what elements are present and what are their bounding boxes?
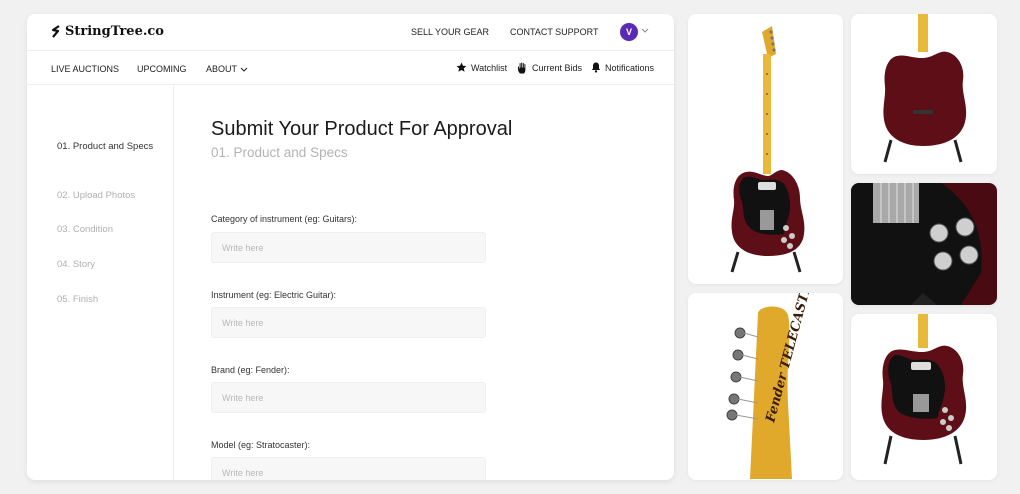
guitar-closeup-image xyxy=(851,183,997,305)
watchlist-link[interactable]: Watchlist xyxy=(456,62,507,73)
category-input[interactable] xyxy=(211,232,486,263)
guitar-front-photo[interactable] xyxy=(688,14,843,284)
current-bids-link[interactable]: Current Bids xyxy=(517,62,582,74)
category-label: Category of instrument (eg: Guitars): xyxy=(211,214,358,224)
step-condition[interactable]: 03. Condition xyxy=(57,223,157,237)
avatar[interactable]: V xyxy=(620,23,638,41)
logo-icon xyxy=(51,25,60,38)
steps-sidebar: 01. Product and Specs 02. Upload Photos … xyxy=(27,85,174,480)
logo[interactable]: StringTree.co xyxy=(51,24,164,39)
model-input[interactable] xyxy=(211,457,486,480)
brand-name: StringTree.co xyxy=(65,24,164,39)
brand-input[interactable] xyxy=(211,382,486,413)
guitar-back-image xyxy=(883,14,967,163)
step-product-and-specs[interactable]: 01. Product and Specs xyxy=(57,140,157,154)
top-bar: StringTree.co SELL YOUR GEAR CONTACT SUP… xyxy=(27,14,674,51)
headstock-photo[interactable]: Fender TELECASTER xyxy=(688,293,843,480)
nav-bar: LIVE AUCTIONS UPCOMING ABOUT Watchlist C… xyxy=(27,51,674,85)
page-title: Submit Your Product For Approval xyxy=(211,118,513,140)
guitar-front-small-image xyxy=(881,314,967,465)
sell-your-gear-link[interactable]: SELL YOUR GEAR xyxy=(411,27,489,37)
step-story[interactable]: 04. Story xyxy=(57,258,157,272)
guitar-front-small-photo[interactable] xyxy=(851,314,997,480)
notifications-link[interactable]: Notifications xyxy=(591,62,654,73)
page-subtitle: 01. Product and Specs xyxy=(211,145,348,160)
star-icon xyxy=(456,62,467,72)
bell-icon xyxy=(591,62,601,73)
guitar-closeup-photo[interactable] xyxy=(851,183,997,305)
product-form: Submit Your Product For Approval 01. Pro… xyxy=(211,85,671,480)
nav-upcoming[interactable]: UPCOMING xyxy=(137,64,187,74)
submission-card: StringTree.co SELL YOUR GEAR CONTACT SUP… xyxy=(27,14,674,480)
instrument-input[interactable] xyxy=(211,307,486,338)
guitar-back-photo[interactable] xyxy=(851,14,997,174)
watchlist-label: Watchlist xyxy=(471,62,508,73)
raised-hand-icon xyxy=(518,62,526,74)
chevron-down-icon[interactable] xyxy=(641,26,649,34)
contact-support-link[interactable]: CONTACT SUPPORT xyxy=(510,27,599,37)
guitar-front-image xyxy=(730,26,805,273)
headstock-image: Fender TELECASTER xyxy=(726,293,818,479)
nav-about-label: ABOUT xyxy=(206,64,238,74)
notifications-label: Notifications xyxy=(605,62,655,73)
step-finish[interactable]: 05. Finish xyxy=(57,293,157,307)
nav-about[interactable]: ABOUT xyxy=(206,64,248,74)
step-upload-photos[interactable]: 02. Upload Photos xyxy=(57,189,157,203)
brand-label: Brand (eg: Fender): xyxy=(211,365,290,375)
instrument-label: Instrument (eg: Electric Guitar): xyxy=(211,290,337,300)
model-label: Model (eg: Stratocaster): xyxy=(211,440,311,450)
current-bids-label: Current Bids xyxy=(532,63,583,73)
nav-live-auctions[interactable]: LIVE AUCTIONS xyxy=(51,64,119,74)
chevron-down-icon xyxy=(240,67,248,72)
